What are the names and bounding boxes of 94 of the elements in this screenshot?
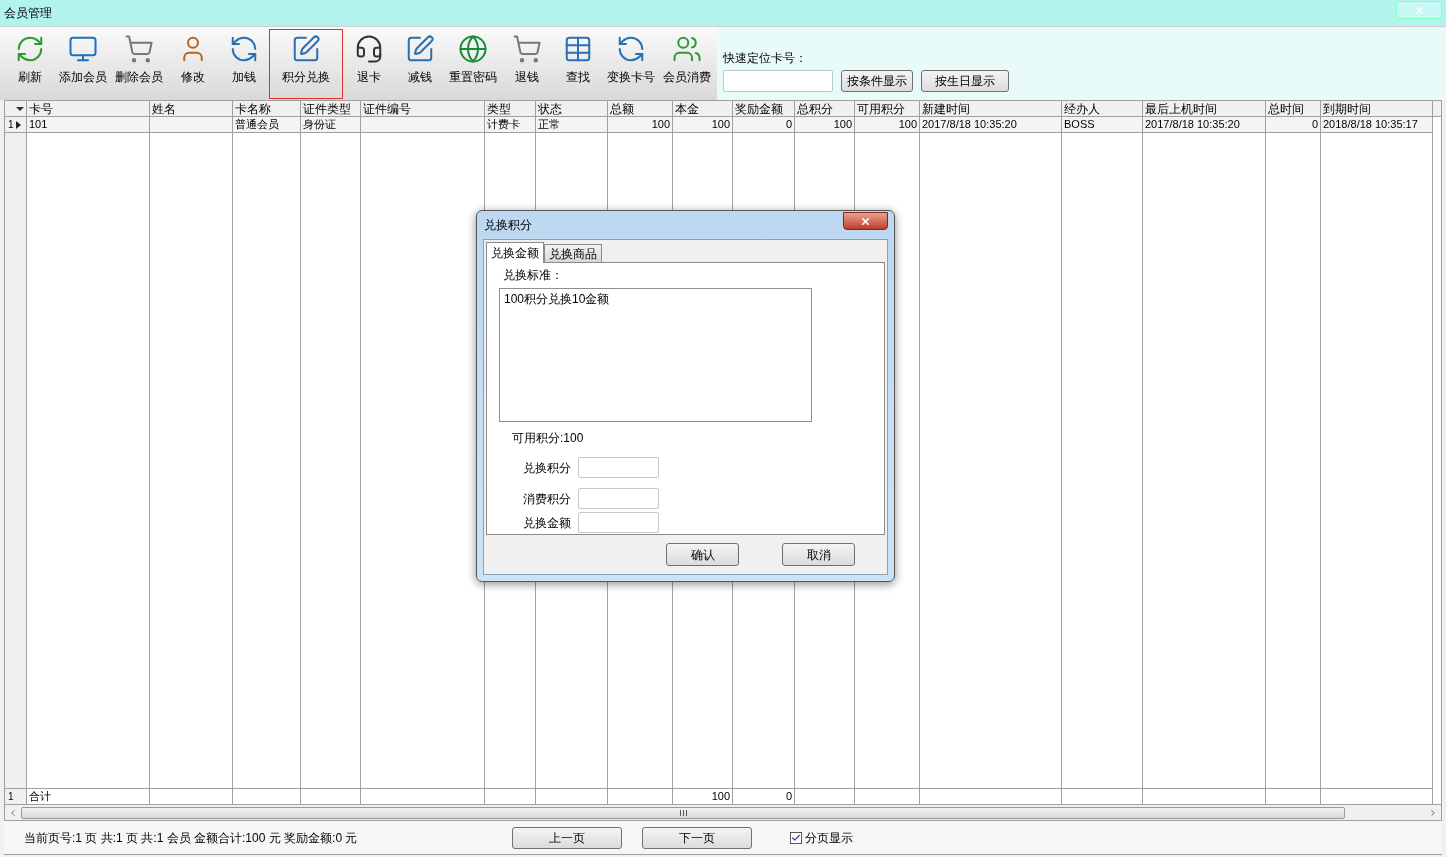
field-label: 兑换积分 <box>523 459 571 477</box>
row-number: 1 <box>8 790 14 804</box>
window-title: 会员管理 <box>4 5 52 22</box>
push-button[interactable]: 上一页 <box>512 826 622 849</box>
dialog-close-button[interactable] <box>843 212 888 230</box>
table-cell: 计费卡 <box>485 117 535 133</box>
cart-icon <box>511 34 542 64</box>
standard-text: 100积分兑换10金额 <box>504 292 610 306</box>
dialog-title: 兑换积分 <box>484 217 532 234</box>
footer-cell-text: 0 <box>785 789 792 804</box>
table-cell: 2017/8/18 10:35:20 <box>920 117 1061 133</box>
column-header[interactable]: 最后上机时间 <box>1143 101 1265 117</box>
column-header[interactable]: 经办人 <box>1062 101 1142 117</box>
push-button[interactable]: 按生日显示 <box>921 70 1009 92</box>
table-cell: 100 <box>608 117 672 133</box>
checkbox[interactable] <box>790 831 802 844</box>
footer-cell-text: 合计 <box>29 789 51 804</box>
column-header[interactable]: 卡名称 <box>233 101 300 117</box>
cart-icon <box>124 34 154 64</box>
toolbar-button[interactable]: 退卡 <box>343 29 394 99</box>
column-header[interactable]: 可用积分 <box>855 101 919 117</box>
horizontal-scrollbar[interactable] <box>5 804 1441 820</box>
push-button[interactable]: 按条件显示 <box>841 70 913 92</box>
table-cell: 101 <box>27 117 149 133</box>
input-field[interactable] <box>578 457 659 478</box>
column-header[interactable]: 新建时间 <box>920 101 1061 117</box>
table-cell: BOSS <box>1062 117 1142 133</box>
input-field[interactable] <box>578 488 659 509</box>
column-header[interactable]: 奖励金额 <box>733 101 794 117</box>
scroll-thumb[interactable] <box>21 806 1345 819</box>
table-cell: 普通会员 <box>233 117 300 133</box>
toolbar-button[interactable]: 积分兑换 <box>269 29 343 99</box>
push-button[interactable]: 确认 <box>666 543 739 566</box>
table-cell: 2018/8/18 10:35:17 <box>1321 117 1432 133</box>
toolbar-button[interactable]: 减钱 <box>394 29 445 99</box>
toolbar-button[interactable]: 刷新 <box>4 29 55 99</box>
toolbar-button[interactable]: 添加会员 <box>55 29 111 99</box>
monitor-icon <box>68 34 98 64</box>
card-number-field[interactable] <box>723 70 833 92</box>
scroll-left-icon <box>8 807 18 818</box>
column-header[interactable]: 总时间 <box>1266 101 1320 117</box>
column-header[interactable]: 到期时间 <box>1321 101 1432 117</box>
dialog-tab[interactable]: 兑换商品 <box>544 244 602 262</box>
column-header[interactable]: 证件编号 <box>361 101 484 117</box>
table-cell: 100 <box>795 117 854 133</box>
form-pen-icon <box>291 34 321 64</box>
column-header[interactable]: 姓名 <box>150 101 232 117</box>
users-icon <box>672 34 702 64</box>
quick-locate-label: 快速定位卡号： <box>723 50 808 67</box>
close-icon <box>1413 4 1425 16</box>
table-cell: 0 <box>1266 117 1320 133</box>
column-header[interactable]: 本金 <box>673 101 732 117</box>
column-header[interactable]: 状态 <box>536 101 607 117</box>
toolbar-button[interactable]: 重置密码 <box>445 29 501 99</box>
field-label: 兑换金额 <box>523 514 571 532</box>
toolbar-button[interactable]: 退钱 <box>501 29 552 99</box>
table-cell: 0 <box>733 117 794 133</box>
column-header[interactable]: 总额 <box>608 101 672 117</box>
close-button[interactable] <box>1396 1 1442 19</box>
toolbar-button[interactable]: 会员消费 <box>659 29 715 99</box>
status-text: 当前页号:1 页 共:1 页 共:1 会员 金额合计:100 元 奖励金额:0 元 <box>24 829 359 847</box>
check-icon <box>791 832 801 843</box>
globe-icon <box>458 34 488 64</box>
grip-icon <box>679 809 687 816</box>
toolbar-button[interactable]: 变换卡号 <box>603 29 659 99</box>
input-field[interactable] <box>578 512 659 533</box>
standard-label: 兑换标准： <box>503 267 564 284</box>
toolbar-button[interactable]: 删除会员 <box>111 29 167 99</box>
standard-text-area[interactable]: 100积分兑换10金额 <box>499 288 812 422</box>
toolbar-button[interactable]: 查找 <box>552 29 603 99</box>
table-cell: 身份证 <box>301 117 360 133</box>
table-cell: 2017/8/18 10:35:20 <box>1143 117 1265 133</box>
close-icon <box>860 215 871 227</box>
available-points: 可用积分:100 <box>512 430 585 447</box>
column-header[interactable]: 证件类型 <box>301 101 360 117</box>
table-cell: 100 <box>673 117 732 133</box>
column-header[interactable]: 类型 <box>485 101 535 117</box>
row-number: 1 <box>8 118 14 132</box>
column-header[interactable] <box>1433 101 1441 117</box>
toolbar-button[interactable]: 加钱 <box>218 29 269 99</box>
dialog-tab[interactable]: 兑换金额 <box>486 242 544 263</box>
push-button[interactable]: 下一页 <box>642 826 752 849</box>
cycle-icon <box>616 34 646 64</box>
column-header[interactable]: 总积分 <box>795 101 854 117</box>
scroll-right-icon <box>1428 807 1438 818</box>
table-cell: 正常 <box>536 117 607 133</box>
paging-checkbox[interactable]: 分页显示 <box>790 828 853 847</box>
dropdown-icon <box>16 106 24 111</box>
push-button[interactable]: 取消 <box>782 543 855 566</box>
table-cell: 100 <box>855 117 919 133</box>
toolbar-button[interactable]: 修改 <box>167 29 218 99</box>
footer-cell-text: 100 <box>711 789 730 804</box>
field-label: 消费积分 <box>523 490 571 508</box>
column-header[interactable]: 卡号 <box>27 101 149 117</box>
